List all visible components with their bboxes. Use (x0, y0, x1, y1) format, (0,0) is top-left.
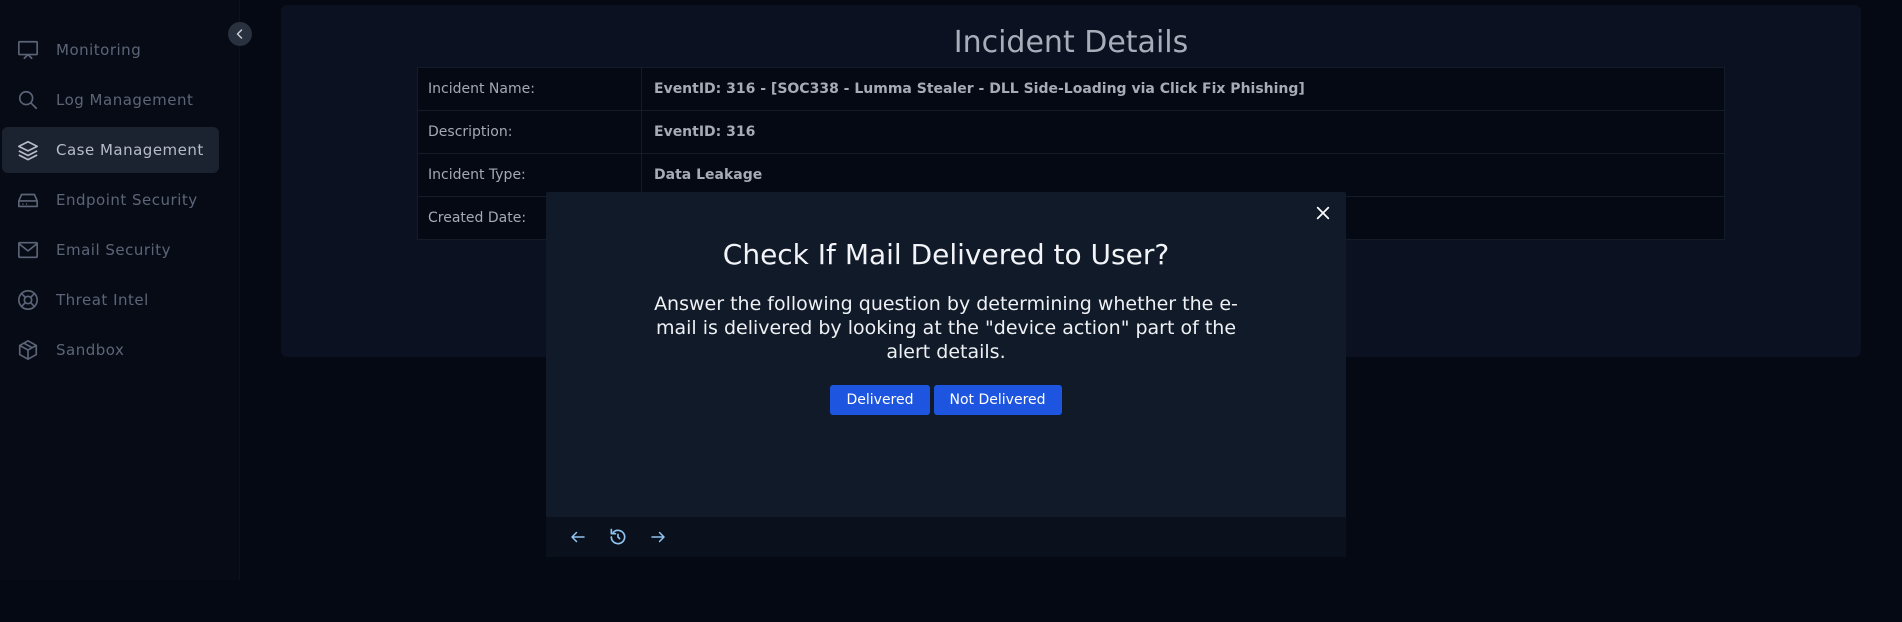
modal-footer (546, 517, 1346, 557)
modal-instructions: Answer the following question by determi… (654, 293, 1238, 363)
sidebar-item-label: Endpoint Security (56, 191, 198, 209)
sidebar-item-case-management[interactable]: Case Management (2, 127, 219, 173)
sidebar-item-email-security[interactable]: Email Security (2, 227, 219, 273)
sidebar-item-monitoring[interactable]: Monitoring (2, 27, 219, 73)
search-icon (16, 88, 40, 112)
sidebar-item-threat-intel[interactable]: Threat Intel (2, 277, 219, 323)
restart-button[interactable] (606, 525, 630, 549)
row-key: Description: (417, 110, 642, 154)
sidebar: Monitoring Log Management Case Managemen… (0, 0, 240, 580)
sidebar-collapse-button[interactable] (228, 22, 252, 46)
row-value: EventID: 316 - [SOC338 - Lumma Stealer -… (641, 67, 1725, 111)
chevron-left-icon (234, 28, 246, 40)
mail-icon (16, 238, 40, 262)
forward-button[interactable] (646, 525, 670, 549)
sidebar-item-label: Monitoring (56, 41, 142, 59)
answer-buttons: Delivered Not Delivered (546, 385, 1346, 415)
sidebar-item-label: Email Security (56, 241, 171, 259)
sidebar-item-log-management[interactable]: Log Management (2, 77, 219, 123)
sidebar-item-sandbox[interactable]: Sandbox (2, 327, 219, 373)
question-modal: Check If Mail Delivered to User? Answer … (546, 192, 1346, 557)
sidebar-item-label: Log Management (56, 91, 194, 109)
restart-icon (608, 527, 628, 547)
page-title: Incident Details (953, 25, 1189, 60)
box-icon (16, 338, 40, 362)
lifebuoy-icon (16, 288, 40, 312)
row-value: EventID: 316 (641, 110, 1725, 154)
layers-icon (16, 138, 40, 162)
table-row: Incident Name: EventID: 316 - [SOC338 - … (417, 67, 1725, 111)
row-key: Incident Name: (417, 67, 642, 111)
back-button[interactable] (566, 525, 590, 549)
close-icon (1315, 205, 1331, 221)
arrow-right-icon (649, 528, 667, 546)
modal-title: Check If Mail Delivered to User? (722, 238, 1170, 271)
delivered-button[interactable]: Delivered (830, 385, 930, 415)
table-row: Description: EventID: 316 (417, 110, 1725, 154)
row-value: Data Leakage (641, 153, 1725, 197)
monitor-icon (16, 38, 40, 62)
drive-icon (16, 188, 40, 212)
table-row: Incident Type: Data Leakage (417, 153, 1725, 197)
sidebar-item-endpoint-security[interactable]: Endpoint Security (2, 177, 219, 223)
sidebar-item-label: Sandbox (56, 341, 125, 359)
row-key: Incident Type: (417, 153, 642, 197)
close-button[interactable] (1312, 202, 1334, 224)
arrow-left-icon (569, 528, 587, 546)
sidebar-item-label: Case Management (56, 141, 204, 159)
sidebar-item-label: Threat Intel (56, 291, 149, 309)
not-delivered-button[interactable]: Not Delivered (933, 385, 1062, 415)
